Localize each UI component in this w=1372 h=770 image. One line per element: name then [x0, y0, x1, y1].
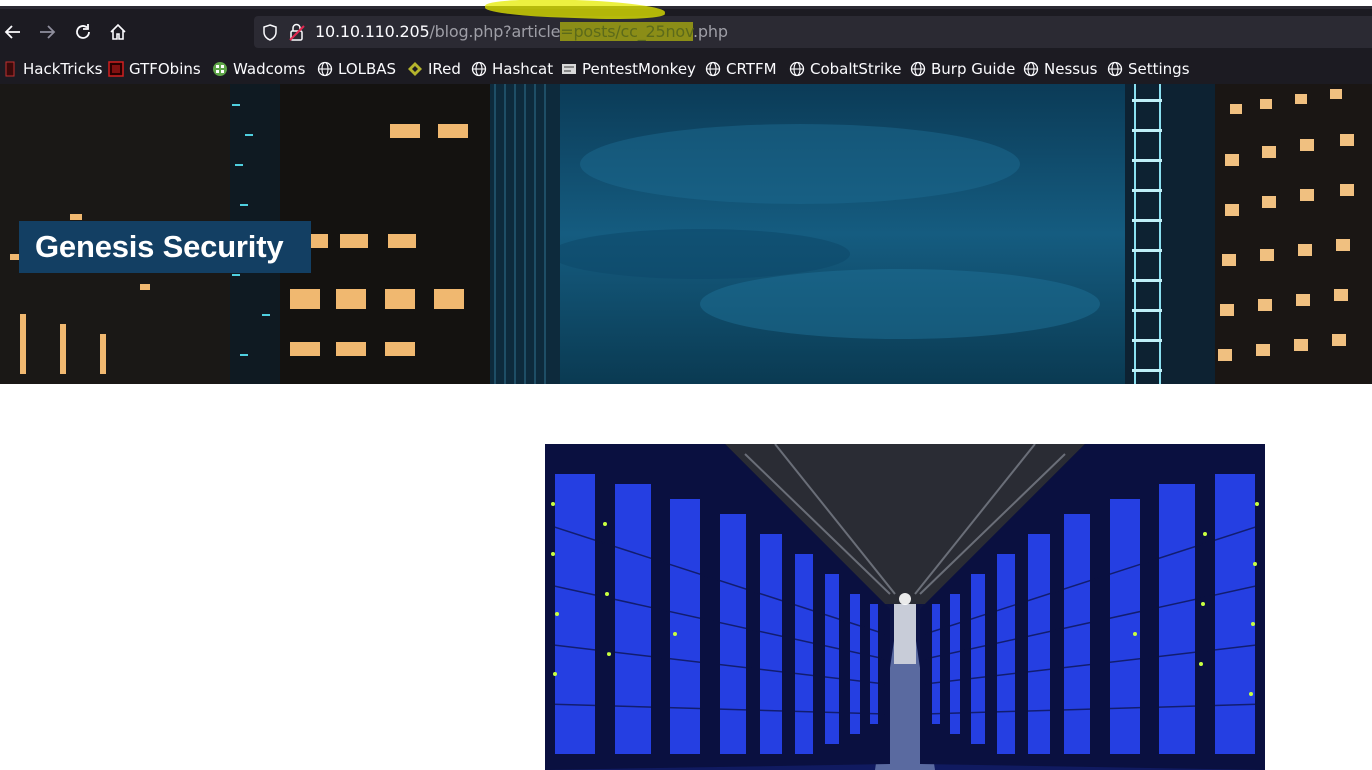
home-icon	[110, 23, 126, 40]
bookmark-hacktricks[interactable]: HackTricks	[2, 58, 102, 80]
data-center-image	[545, 444, 1265, 770]
hero-banner-image: Genesis Security	[0, 84, 1372, 384]
bookmark-pentestmonkey[interactable]: PentestMonkey	[561, 58, 696, 80]
bookmark-nessus[interactable]: Nessus	[1023, 58, 1097, 80]
reload-button[interactable]	[70, 19, 96, 45]
site-title-box: Genesis Security	[19, 221, 311, 273]
url-extension: .php	[693, 22, 728, 41]
tracking-protection-shield-icon[interactable]	[262, 24, 278, 45]
address-bar[interactable]: 10.10.110.205/blog.php?article=posts/cc_…	[254, 16, 1372, 48]
back-arrow-icon	[4, 25, 20, 39]
forward-arrow-icon	[40, 25, 56, 39]
url-param-value: =posts/cc_25nov	[560, 22, 694, 41]
bookmark-lolbas[interactable]: LOLBAS	[317, 58, 396, 80]
globe-icon	[317, 61, 333, 77]
article-image-server-room	[545, 444, 1265, 770]
bookmark-cobaltstrike[interactable]: CobaltStrike	[789, 58, 902, 80]
globe-icon	[1023, 61, 1039, 77]
globe-icon	[705, 61, 721, 77]
window-top-strip	[0, 0, 1372, 9]
globe-icon	[789, 61, 805, 77]
home-button[interactable]	[105, 19, 131, 45]
url-text[interactable]: 10.10.110.205/blog.php?article=posts/cc_…	[315, 22, 728, 41]
back-button[interactable]	[0, 19, 26, 45]
bookmark-burp-guide[interactable]: Burp Guide	[910, 58, 1015, 80]
bookmark-crtfm[interactable]: CRTFM	[705, 58, 777, 80]
bookmarks-toolbar: HackTricks GTFObins Wadcoms LOLBAS IRed …	[0, 55, 1372, 84]
bookmark-wadcoms[interactable]: Wadcoms	[212, 58, 305, 80]
ired-icon	[407, 61, 423, 77]
bookmark-gtfobins[interactable]: GTFObins	[108, 58, 201, 80]
reload-icon	[76, 24, 90, 39]
insecure-lock-icon[interactable]	[288, 23, 306, 46]
bookmark-settings[interactable]: Settings	[1107, 58, 1190, 80]
gtfobins-icon	[108, 61, 124, 77]
globe-icon	[910, 61, 926, 77]
wadcoms-icon	[212, 61, 228, 77]
site-title[interactable]: Genesis Security	[35, 229, 284, 265]
forward-button[interactable]	[34, 19, 60, 45]
globe-icon	[1107, 61, 1123, 77]
bookmark-ired[interactable]: IRed	[407, 58, 461, 80]
hacktricks-icon	[2, 61, 18, 77]
bookmark-hashcat[interactable]: Hashcat	[471, 58, 553, 80]
pentestmonkey-icon	[561, 61, 577, 77]
url-path: /blog.php?article	[429, 22, 561, 41]
url-host: 10.10.110.205	[315, 22, 430, 41]
globe-icon	[471, 61, 487, 77]
navigation-toolbar: 10.10.110.205/blog.php?article=posts/cc_…	[0, 9, 1372, 55]
